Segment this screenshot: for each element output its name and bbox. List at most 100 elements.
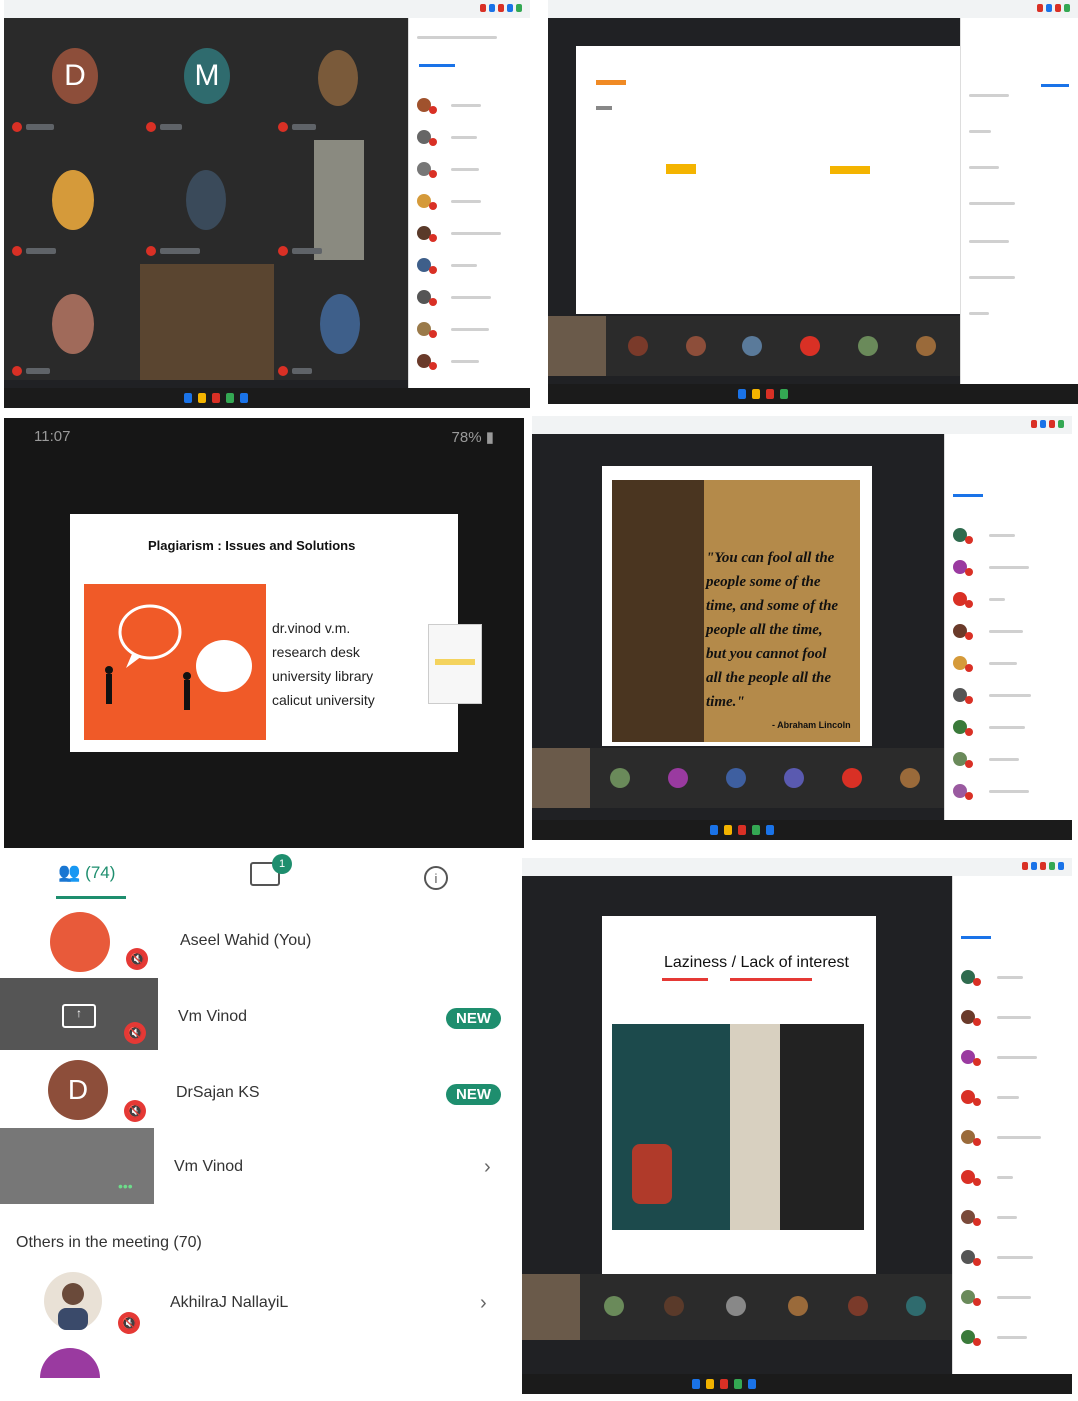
- participant-video: [314, 140, 364, 260]
- meet-grid-screenshot: D M: [4, 0, 530, 408]
- participants-sidebar: [952, 876, 1072, 1374]
- participant-name: [26, 124, 54, 130]
- info-icon[interactable]: i: [424, 866, 448, 890]
- windows-taskbar: [532, 820, 1072, 840]
- people-count: (74): [85, 863, 116, 882]
- windows-taskbar: [548, 384, 1078, 404]
- chat-badge-count: 1: [278, 858, 286, 870]
- muted-mic-icon: 🔇: [118, 1312, 140, 1334]
- people-tab[interactable]: [953, 494, 983, 497]
- participant-name: [26, 248, 56, 254]
- author-block: dr.vinod v.m. research desk university l…: [272, 616, 375, 712]
- quote-attribution: - Abraham Lincoln: [772, 720, 851, 730]
- avatar-initial: D: [64, 59, 86, 92]
- avatar: [320, 294, 360, 354]
- meet-quote-screenshot: "You can fool all the people some of the…: [532, 416, 1072, 840]
- tab-chat[interactable]: 1: [250, 854, 292, 886]
- people-icon: 👥: [58, 862, 81, 882]
- mobile-participants-screenshot: 👥 (74) 1 i 🔇 Aseel Wahid (You) ↑ 🔇 Vm Vi…: [0, 848, 520, 1401]
- status-time: 11:07: [34, 428, 71, 445]
- avatar: [44, 1272, 102, 1330]
- slide: Plagiarism : Issues and Solutions dr.vin…: [70, 514, 458, 752]
- muted-mic-icon: [146, 122, 156, 132]
- participant-name: Vm Vinod: [174, 1158, 244, 1175]
- new-badge: NEW: [446, 1008, 501, 1029]
- filmstrip: [548, 316, 960, 376]
- chat-tab[interactable]: [1041, 84, 1069, 87]
- author-dept: research desk: [272, 644, 360, 660]
- extension-icons: [1037, 4, 1070, 12]
- participant-name: [292, 248, 322, 254]
- muted-mic-icon: 🔇: [124, 1022, 146, 1044]
- underline-left: [662, 978, 708, 981]
- chevron-right-icon[interactable]: ›: [480, 1292, 487, 1315]
- extension-icons: [1031, 420, 1064, 428]
- chevron-right-icon[interactable]: ›: [484, 1156, 491, 1179]
- quote-image: "You can fool all the people some of the…: [612, 480, 860, 742]
- slide-title: Plagiarism : Issues and Solutions: [148, 538, 356, 553]
- windows-taskbar: [522, 1374, 1072, 1394]
- avatar: D: [52, 48, 98, 104]
- muted-mic-icon: 🔇: [126, 948, 148, 970]
- participant-name: [292, 368, 312, 374]
- more-icon: •••: [118, 1178, 133, 1194]
- participants-sidebar: [944, 434, 1072, 820]
- meet-presentation-screenshot: [548, 0, 1078, 404]
- participant-name: [26, 368, 50, 374]
- filmstrip: [522, 1274, 952, 1340]
- windows-taskbar: [4, 388, 530, 408]
- participant-row[interactable]: 🔇 Aseel Wahid (You): [0, 908, 520, 984]
- participant-row[interactable]: ↑ 🔇 Vm Vinod NEW: [0, 978, 520, 1052]
- chat-badge: 1: [272, 854, 292, 874]
- portrait: [612, 480, 704, 742]
- present-screen-icon: ↑: [62, 1004, 96, 1028]
- underline-right: [730, 978, 812, 981]
- avatar-initial: D: [67, 1074, 89, 1105]
- self-video: [532, 748, 590, 808]
- muted-mic-icon: [278, 366, 288, 376]
- participant-name: Aseel Wahid (You): [180, 932, 312, 949]
- participant-name: [292, 124, 316, 130]
- avatar: [50, 912, 110, 972]
- avatar: [186, 170, 226, 230]
- participant-name: [160, 248, 200, 254]
- participant-row[interactable]: ••• Vm Vinod ›: [0, 1128, 520, 1204]
- people-tab[interactable]: [961, 936, 991, 939]
- muted-mic-icon: [12, 122, 22, 132]
- tab-people[interactable]: 👥 (74): [58, 862, 115, 883]
- author-university: calicut university: [272, 692, 375, 708]
- slide-image: [612, 1024, 864, 1230]
- battery-percent: 78%: [451, 429, 482, 446]
- quote-text: "You can fool all the people some of the…: [706, 550, 839, 710]
- participant-row[interactable]: D 🔇 DrSajan KS NEW: [0, 1058, 520, 1128]
- browser-toolbar: [522, 858, 1072, 876]
- avatar: [52, 294, 94, 354]
- presented-screen: [576, 46, 960, 314]
- participant-name: DrSajan KS: [176, 1084, 260, 1101]
- participant-name: Vm Vinod: [178, 1008, 248, 1025]
- browser-toolbar: [532, 416, 1072, 434]
- status-bar: 11:07: [34, 428, 70, 445]
- avatar-initial: M: [194, 59, 220, 92]
- video-grid: D M: [4, 18, 408, 380]
- slide-title-right: Lack of interest: [740, 954, 850, 971]
- participant-name: [160, 124, 182, 130]
- avatar: D: [48, 1060, 108, 1120]
- muted-mic-icon: 🔇: [124, 1100, 146, 1122]
- slide-title-left: Laziness: [664, 954, 728, 971]
- muted-mic-icon: [12, 246, 22, 256]
- portrait: [730, 1024, 780, 1230]
- next-avatar-partial: [40, 1348, 100, 1378]
- chat-sidebar: [960, 18, 1078, 384]
- self-video: [522, 1274, 580, 1340]
- author-name: dr.vinod v.m.: [272, 620, 351, 636]
- active-speaker-video: [140, 264, 274, 380]
- tablet-slide-screenshot: 11:07 78% ▮ Plagiarism : Issues and Solu…: [4, 418, 524, 848]
- browser-toolbar: [4, 0, 530, 18]
- avatar: M: [184, 48, 230, 104]
- muted-mic-icon: [278, 122, 288, 132]
- people-tab[interactable]: [419, 64, 455, 67]
- poster-left: [612, 1024, 730, 1230]
- participant-row[interactable]: 🔇 AkhilraJ NallayiL ›: [0, 1268, 520, 1348]
- slide-illustration: [84, 584, 266, 740]
